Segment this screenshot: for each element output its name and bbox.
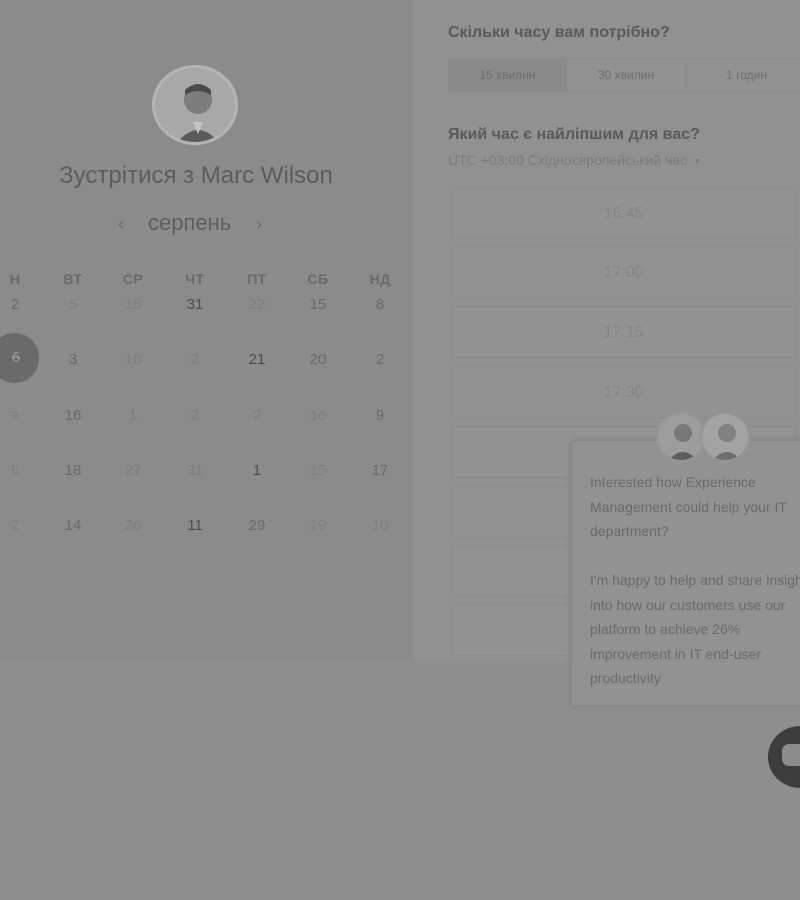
calendar-day[interactable]: 18: [113, 296, 153, 313]
weekday-label: НД: [369, 271, 391, 287]
duration-option-30[interactable]: 30 хвилин: [567, 59, 686, 91]
month-label: серпень: [148, 210, 232, 235]
caret-down-icon: ▼: [693, 156, 702, 167]
weekday-label: ПТ: [247, 271, 267, 287]
chat-agent-avatars: [656, 412, 752, 464]
duration-selector: 15 хвилин 30 хвилин 1 годин: [448, 58, 800, 92]
calendar-day[interactable]: 27: [113, 462, 153, 479]
weekday-label: СБ: [307, 271, 329, 287]
calendar-day[interactable]: 26: [113, 517, 153, 534]
chat-message-popup[interactable]: Interested how Experience Management cou…: [571, 440, 800, 706]
calendar-day[interactable]: 5: [0, 462, 35, 479]
month-navigation: ‹ серпень ›: [118, 210, 278, 240]
timezone-label: UTC +03:00 Східноєвропейський час: [448, 152, 688, 168]
calendar-day[interactable]: 16: [53, 407, 93, 424]
meeting-title: Зустрітися з Marc Wilson: [59, 162, 333, 189]
calendar-day[interactable]: 2: [0, 517, 35, 534]
chevron-left-icon[interactable]: ‹: [118, 214, 124, 235]
calendar-day[interactable]: 31: [175, 462, 215, 479]
agent-avatar-icon: [700, 412, 750, 462]
host-calendar-panel: Зустрітися з Marc Wilson ‹ серпень › Н ВТ…: [0, 0, 413, 662]
calendar-day[interactable]: 11: [175, 517, 215, 534]
calendar-day[interactable]: 15: [298, 462, 338, 479]
calendar-day[interactable]: 20: [298, 351, 338, 368]
calendar-day[interactable]: 2: [175, 407, 215, 424]
timezone-dropdown[interactable]: UTC +03:00 Східноєвропейський час ▼: [448, 152, 702, 168]
calendar-day[interactable]: 1: [237, 462, 277, 479]
calendar-day[interactable]: 2: [360, 351, 400, 368]
calendar-day[interactable]: 8: [360, 296, 400, 313]
calendar-day[interactable]: 19: [298, 517, 338, 534]
calendar-day[interactable]: 9: [360, 407, 400, 424]
weekday-label: ЧТ: [185, 271, 205, 287]
calendar-day[interactable]: 2: [0, 296, 35, 313]
selected-day-label[interactable]: 6: [6, 349, 26, 366]
calendar-day[interactable]: 17: [360, 462, 400, 479]
person-avatar-icon: [155, 68, 235, 142]
chat-bubble-icon: [782, 744, 800, 766]
weekday-label: Н: [9, 271, 21, 287]
calendar-day[interactable]: 5: [53, 296, 93, 313]
weekday-label: ВТ: [63, 271, 83, 287]
calendar-day[interactable]: 15: [298, 296, 338, 313]
chat-message-text: Interested how Experience Management cou…: [590, 474, 800, 686]
calendar-day[interactable]: 16: [298, 407, 338, 424]
agent-avatar-icon: [656, 412, 706, 462]
time-question: Який час є найліпшим для вас?: [448, 126, 700, 143]
calendar-day[interactable]: 2: [237, 407, 277, 424]
calendar-day[interactable]: 22: [237, 296, 277, 313]
calendar-day[interactable]: 14: [53, 517, 93, 534]
calendar-day[interactable]: 10: [360, 517, 400, 534]
calendar-day[interactable]: 2: [175, 351, 215, 368]
calendar-day[interactable]: 31: [175, 296, 215, 313]
weekday-label: СР: [122, 271, 144, 287]
time-slot[interactable]: 17:30: [451, 366, 796, 418]
duration-option-60[interactable]: 1 годин: [686, 59, 800, 91]
calendar-day[interactable]: ≡: [0, 407, 35, 424]
time-slot[interactable]: 16:45: [451, 187, 796, 239]
duration-question: Скільки часу вам потрібно?: [448, 24, 670, 41]
time-slot[interactable]: 17:00: [451, 246, 796, 298]
calendar-day[interactable]: 3: [53, 351, 93, 368]
duration-option-15[interactable]: 15 хвилин: [449, 59, 567, 91]
chevron-right-icon[interactable]: ›: [256, 214, 262, 235]
time-slot[interactable]: 17:15: [451, 306, 796, 358]
host-avatar: [152, 65, 238, 145]
calendar-day[interactable]: 18: [53, 462, 93, 479]
calendar-day[interactable]: 21: [237, 351, 277, 368]
calendar-day[interactable]: 1: [113, 407, 153, 424]
calendar-day[interactable]: 29: [237, 517, 277, 534]
calendar-day[interactable]: 10: [113, 351, 153, 368]
